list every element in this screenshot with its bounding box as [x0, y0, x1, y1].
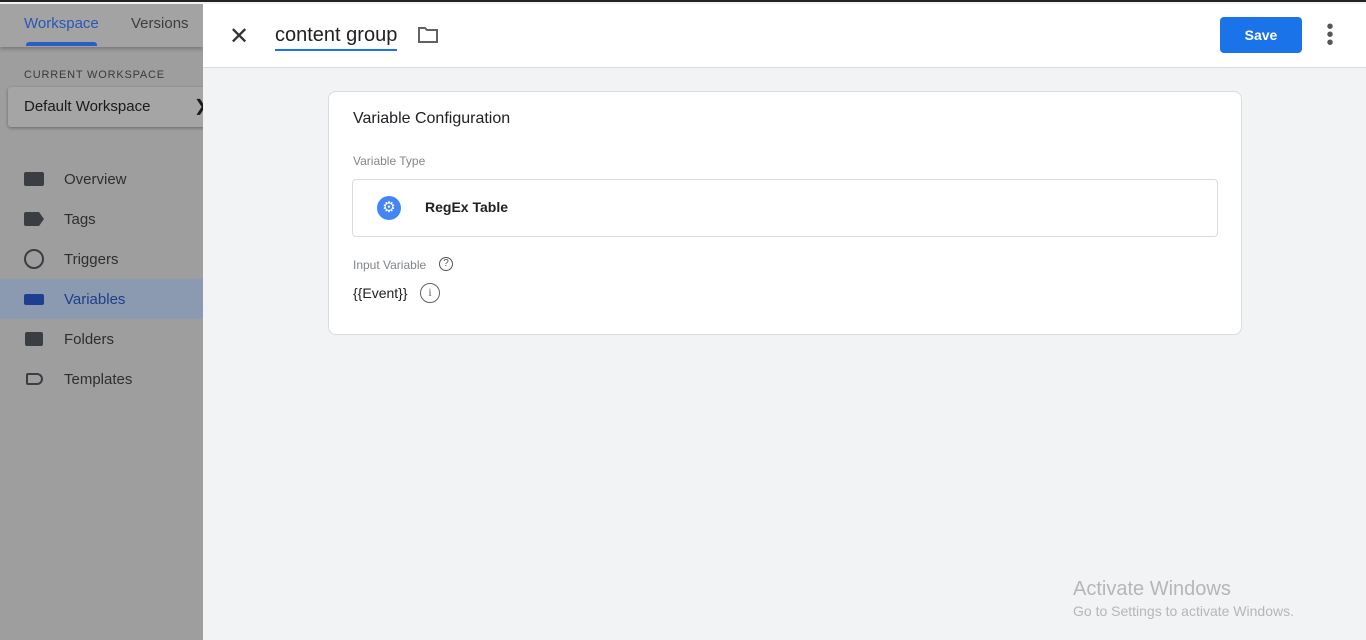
sidebar-item-variables[interactable]: Variables — [0, 279, 203, 319]
input-variable-label: Input Variable — [353, 258, 427, 272]
sidebar-tabs: Workspace Versions — [0, 4, 203, 47]
workspace-name: Default Workspace — [24, 98, 151, 115]
info-icon[interactable]: i — [420, 283, 440, 303]
sidebar-item-templates[interactable]: Templates — [0, 359, 203, 399]
tab-versions[interactable]: Versions — [131, 15, 189, 32]
variable-type-selector[interactable]: ⚙ RegEx Table — [352, 179, 1218, 237]
sidebar: Workspace Versions CURRENT WORKSPACE Def… — [0, 4, 203, 640]
sidebar-item-label: Overview — [64, 170, 127, 188]
card-title: Variable Configuration — [353, 110, 511, 127]
more-options-icon[interactable]: • • • — [1323, 17, 1337, 53]
sidebar-item-folders[interactable]: Folders — [0, 319, 203, 359]
activate-windows-watermark: Activate Windows — [1073, 578, 1231, 600]
input-variable-value: {{Event}} — [353, 285, 408, 301]
sidebar-item-label: Tags — [64, 210, 96, 228]
variable-name-input[interactable]: content group — [275, 24, 398, 51]
variable-configuration-card: Variable Configuration Variable Type ⚙ R… — [328, 91, 1242, 335]
variable-type-label: Variable Type — [353, 154, 426, 168]
trigger-icon — [24, 249, 44, 269]
variable-editor-panel: ✕ content group Save • • • Variable Config… — [203, 4, 1366, 638]
tab-workspace[interactable]: Workspace — [24, 15, 99, 32]
variable-type-name: RegEx Table — [425, 199, 508, 215]
folder-icon[interactable] — [417, 26, 439, 44]
panel-header: ✕ content group Save • • • — [203, 4, 1366, 68]
sidebar-item-label: Variables — [64, 290, 126, 308]
sidebar-item-label: Templates — [64, 370, 133, 388]
sidebar-item-label: Triggers — [64, 250, 119, 268]
sidebar-item-overview[interactable]: Overview — [0, 159, 203, 199]
overview-icon — [24, 172, 44, 186]
help-icon[interactable]: ? — [439, 257, 453, 271]
current-workspace-label: CURRENT WORKSPACE — [24, 69, 165, 81]
tag-icon — [24, 212, 44, 226]
template-icon — [26, 373, 43, 385]
folder-icon — [25, 332, 43, 346]
close-icon[interactable]: ✕ — [229, 22, 249, 51]
gear-icon: ⚙ — [377, 196, 401, 220]
activate-windows-subtext: Go to Settings to activate Windows. — [1073, 603, 1294, 619]
sidebar-item-tags[interactable]: Tags — [0, 199, 203, 239]
sidebar-item-label: Folders — [64, 330, 115, 348]
chevron-right-icon: ❯ — [194, 96, 203, 116]
save-button[interactable]: Save — [1220, 17, 1302, 53]
active-tab-indicator — [26, 42, 97, 46]
variables-icon — [24, 293, 44, 305]
workspace-selector[interactable]: Default Workspace ❯ — [8, 87, 203, 127]
sidebar-item-triggers[interactable]: Triggers — [0, 239, 203, 279]
